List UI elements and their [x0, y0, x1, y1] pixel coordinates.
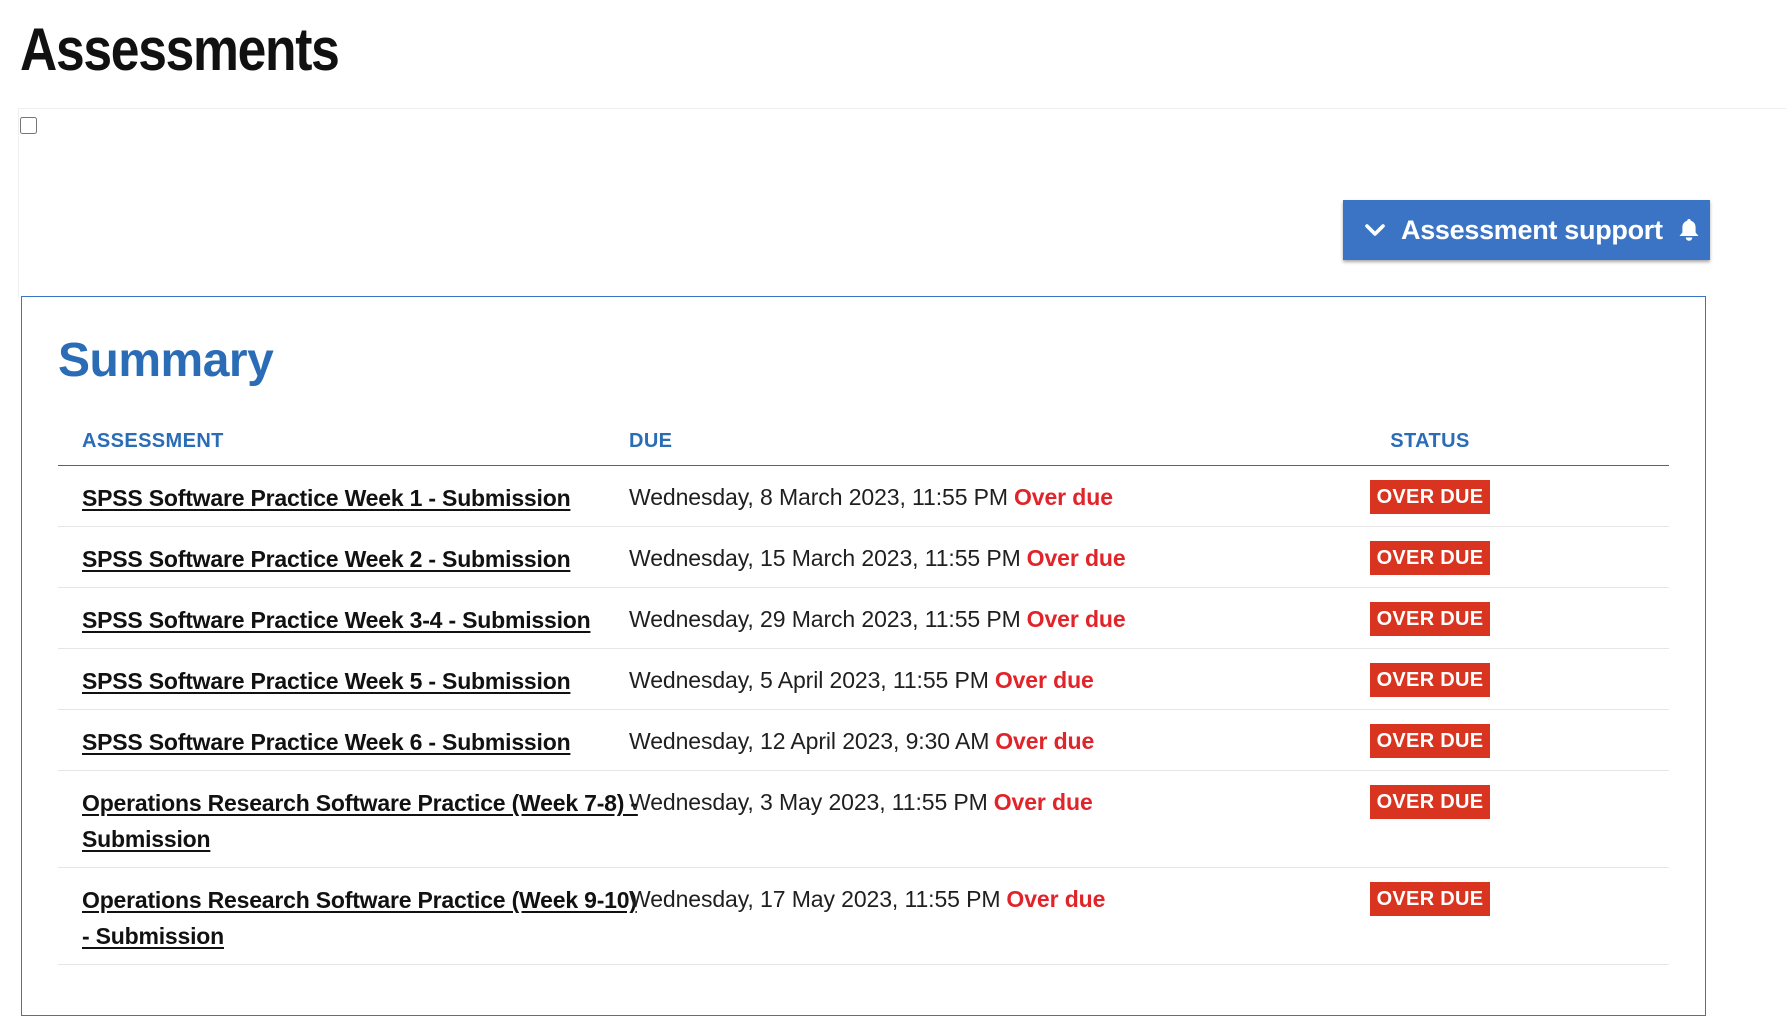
- assessment-link[interactable]: SPSS Software Practice Week 1 - Submissi…: [82, 480, 642, 516]
- overdue-note: Over due: [1026, 606, 1126, 632]
- status-badge: OVER DUE: [1370, 724, 1490, 758]
- assessment-link[interactable]: Operations Research Software Practice (W…: [82, 882, 642, 954]
- overdue-note: Over due: [1006, 886, 1106, 912]
- assessment-link[interactable]: Operations Research Software Practice (W…: [82, 785, 642, 857]
- table-row: Operations Research Software Practice (W…: [58, 868, 1669, 965]
- assessment-link[interactable]: SPSS Software Practice Week 6 - Submissi…: [82, 724, 642, 760]
- table-row: SPSS Software Practice Week 2 - Submissi…: [58, 527, 1669, 588]
- chevron-down-icon: [1363, 218, 1387, 242]
- status-badge: OVER DUE: [1370, 541, 1490, 575]
- due-cell: Wednesday, 12 April 2023, 9:30 AM Over du…: [629, 724, 1094, 758]
- assessment-support-label: Assessment support: [1401, 214, 1663, 245]
- column-header-assessment: ASSESSMENT: [82, 430, 224, 452]
- summary-heading: Summary: [58, 334, 274, 387]
- table-header: ASSESSMENT DUE STATUS: [58, 417, 1669, 466]
- due-date: Wednesday, 3 May 2023, 11:55 PM: [629, 789, 988, 815]
- status-badge: OVER DUE: [1370, 663, 1490, 697]
- due-date: Wednesday, 29 March 2023, 11:55 PM: [629, 606, 1021, 632]
- table-row: Operations Research Software Practice (W…: [58, 771, 1669, 868]
- table-row: SPSS Software Practice Week 5 - Submissi…: [58, 649, 1669, 710]
- due-date: Wednesday, 5 April 2023, 11:55 PM: [629, 667, 989, 693]
- status-badge: OVER DUE: [1370, 480, 1490, 514]
- due-cell: Wednesday, 8 March 2023, 11:55 PM Over du…: [629, 480, 1113, 514]
- column-header-due: DUE: [629, 430, 673, 452]
- due-date: Wednesday, 15 March 2023, 11:55 PM: [629, 545, 1021, 571]
- due-date: Wednesday, 12 April 2023, 9:30 AM: [629, 728, 990, 754]
- due-cell: Wednesday, 5 April 2023, 11:55 PM Over du…: [629, 663, 1094, 697]
- overdue-note: Over due: [1026, 545, 1126, 571]
- page-title: Assessments: [20, 16, 340, 83]
- bell-icon: [1677, 217, 1701, 243]
- overdue-note: Over due: [1013, 484, 1113, 510]
- due-cell: Wednesday, 3 May 2023, 11:55 PM Over due: [629, 785, 1093, 819]
- column-header-status: STATUS: [1390, 430, 1470, 452]
- content-left-border: [18, 108, 19, 298]
- table-row: SPSS Software Practice Week 1 - Submissi…: [58, 466, 1669, 527]
- table-row: SPSS Software Practice Week 6 - Submissi…: [58, 710, 1669, 771]
- status-badge: OVER DUE: [1370, 602, 1490, 636]
- due-cell: Wednesday, 15 March 2023, 11:55 PM Over d…: [629, 541, 1126, 575]
- assessment-table: ASSESSMENT DUE STATUS SPSS Software Prac…: [58, 417, 1669, 965]
- overdue-note: Over due: [994, 667, 1094, 693]
- summary-card: Summary ASSESSMENT DUE STATUS SPSS Softw…: [21, 296, 1706, 1016]
- status-badge: OVER DUE: [1370, 882, 1490, 916]
- status-badge: OVER DUE: [1370, 785, 1490, 819]
- table-row: SPSS Software Practice Week 3-4 - Submis…: [58, 588, 1669, 649]
- header-divider: [18, 108, 1786, 109]
- assessment-link[interactable]: SPSS Software Practice Week 2 - Submissi…: [82, 541, 642, 577]
- due-date: Wednesday, 17 May 2023, 11:55 PM: [629, 886, 1001, 912]
- toggle-checkbox[interactable]: [20, 117, 37, 134]
- overdue-note: Over due: [993, 789, 1093, 815]
- due-cell: Wednesday, 17 May 2023, 11:55 PM Over due: [629, 882, 1105, 916]
- due-cell: Wednesday, 29 March 2023, 11:55 PM Over d…: [629, 602, 1126, 636]
- overdue-note: Over due: [995, 728, 1095, 754]
- due-date: Wednesday, 8 March 2023, 11:55 PM: [629, 484, 1008, 510]
- assessment-support-button[interactable]: Assessment support: [1343, 200, 1710, 260]
- assessment-link[interactable]: SPSS Software Practice Week 5 - Submissi…: [82, 663, 642, 699]
- assessment-link[interactable]: SPSS Software Practice Week 3-4 - Submis…: [82, 602, 642, 638]
